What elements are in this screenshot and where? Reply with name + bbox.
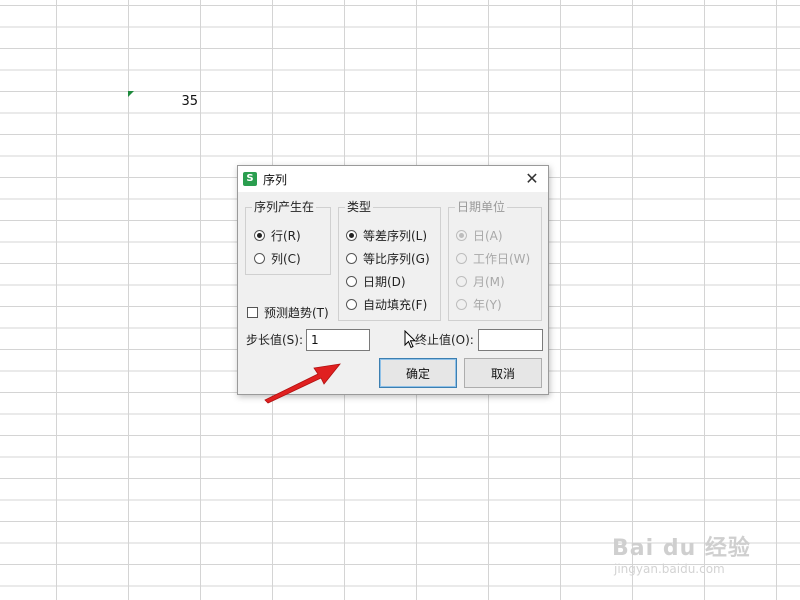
type-group: 类型 等差序列(L) 等比序列(G) 日期(D) 自动填充(F) — [338, 199, 441, 321]
radio-year-indicator — [456, 298, 467, 310]
radio-autofill[interactable]: 自动填充(F) — [346, 295, 427, 313]
radio-growth[interactable]: 等比序列(G) — [346, 249, 430, 267]
radio-linear[interactable]: 等差序列(L) — [346, 226, 427, 244]
step-value-input[interactable] — [306, 329, 370, 351]
radio-growth-label: 等比序列(G) — [363, 251, 430, 266]
radio-day: 日(A) — [456, 226, 503, 244]
date-unit-legend: 日期单位 — [455, 199, 508, 215]
trend-checkbox[interactable]: 预测趋势(T) — [247, 303, 329, 321]
radio-autofill-label: 自动填充(F) — [363, 297, 428, 312]
cell-value[interactable]: 35 — [140, 94, 198, 109]
radio-columns[interactable]: 列(C) — [254, 249, 301, 267]
radio-day-indicator — [456, 229, 467, 241]
radio-date-label: 日期(D) — [363, 274, 406, 289]
radio-weekday-label: 工作日(W) — [473, 251, 531, 266]
radio-linear-label: 等差序列(L) — [363, 228, 428, 243]
radio-rows-indicator[interactable] — [254, 229, 265, 241]
radio-rows[interactable]: 行(R) — [254, 226, 301, 244]
baidu-watermark: Bai du 经验 — [612, 536, 751, 561]
trend-checkbox-label: 预测趋势(T) — [264, 305, 329, 320]
radio-weekday-indicator — [456, 252, 467, 264]
radio-month: 月(M) — [456, 272, 505, 290]
radio-year-label: 年(Y) — [473, 297, 502, 312]
radio-columns-indicator[interactable] — [254, 252, 265, 264]
wps-app-icon: S — [243, 172, 257, 186]
radio-month-indicator — [456, 275, 467, 287]
baidu-watermark-url: jingyan.baidu.com — [614, 562, 725, 576]
cell-comment-marker — [128, 91, 134, 97]
series-in-legend: 序列产生在 — [252, 199, 317, 215]
series-in-group: 序列产生在 行(R) 列(C) — [245, 199, 331, 275]
radio-year: 年(Y) — [456, 295, 502, 313]
radio-date[interactable]: 日期(D) — [346, 272, 406, 290]
radio-date-indicator[interactable] — [346, 275, 357, 287]
trend-checkbox-box[interactable] — [247, 306, 258, 318]
radio-day-label: 日(A) — [473, 228, 503, 243]
radio-columns-label: 列(C) — [271, 251, 301, 266]
red-arrow-icon — [264, 363, 341, 404]
date-unit-group: 日期单位 日(A) 工作日(W) 月(M) 年(Y) — [448, 199, 542, 321]
radio-month-label: 月(M) — [473, 274, 505, 289]
ok-button[interactable]: 确定 — [379, 358, 457, 388]
radio-growth-indicator[interactable] — [346, 252, 357, 264]
radio-weekday: 工作日(W) — [456, 249, 530, 267]
dialog-titlebar[interactable]: S 序列 ✕ — [238, 166, 548, 192]
type-legend: 类型 — [345, 199, 374, 215]
dialog-title: 序列 — [263, 173, 288, 187]
stop-value-label: 终止值(O): — [415, 333, 474, 347]
radio-rows-label: 行(R) — [271, 228, 301, 243]
radio-linear-indicator[interactable] — [346, 229, 357, 241]
stop-value-input[interactable] — [478, 329, 543, 351]
cancel-button[interactable]: 取消 — [464, 358, 542, 388]
mouse-cursor-icon — [404, 330, 417, 349]
radio-autofill-indicator[interactable] — [346, 298, 357, 310]
step-value-label: 步长值(S): — [246, 333, 304, 347]
close-button[interactable]: ✕ — [522, 169, 542, 189]
